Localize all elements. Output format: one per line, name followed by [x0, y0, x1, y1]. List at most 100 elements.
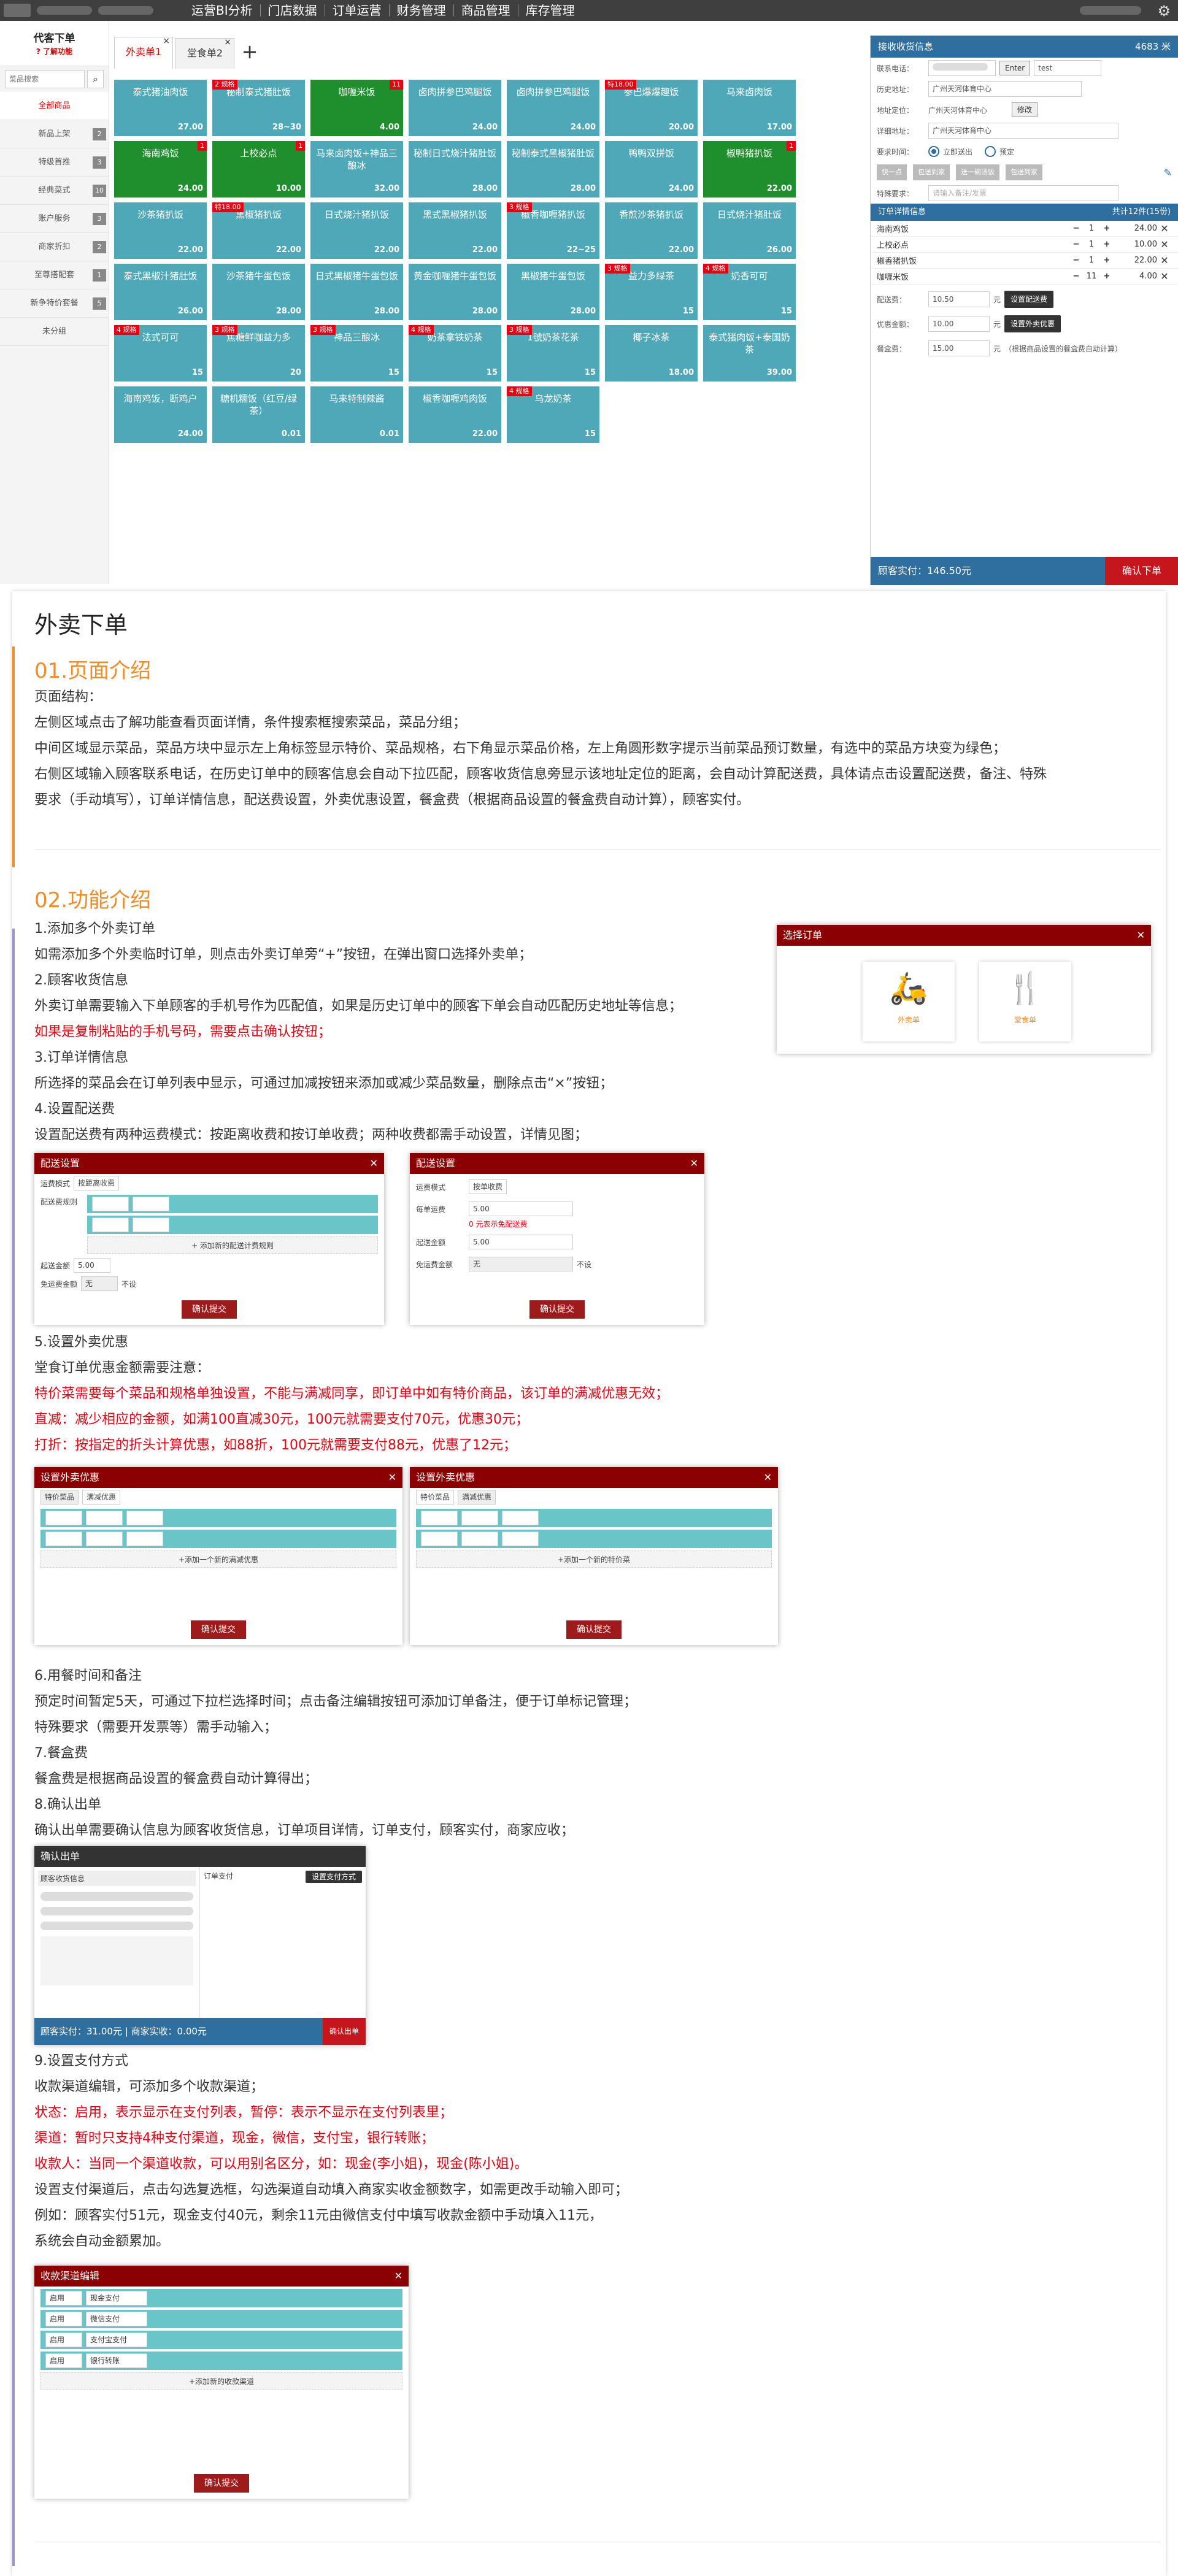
help-link[interactable]: ? 了解功能: [36, 47, 72, 56]
start-amount-input[interactable]: 5.00: [74, 1258, 111, 1273]
nav-order[interactable]: 订单运营: [325, 4, 390, 17]
set-discount-button[interactable]: 设置外卖优惠: [1004, 315, 1061, 332]
product-tile[interactable]: 海南鸡饭，断鸡户 24.00: [114, 386, 207, 443]
product-tile[interactable]: 椒鸭猪扒饭 22.00 1: [703, 141, 796, 197]
submit-button[interactable]: 确认提交: [191, 1620, 246, 1639]
product-tile[interactable]: 奶香可可 15 4 规格: [703, 264, 796, 320]
nav-goods[interactable]: 商品管理: [454, 4, 518, 17]
close-icon[interactable]: ✕: [764, 1467, 772, 1488]
remark-chip[interactable]: 包送到家: [913, 164, 950, 180]
product-tile[interactable]: 马来卤肉饭+神品三酿冰 32.00: [310, 141, 403, 197]
add-order-button[interactable]: +: [237, 38, 263, 69]
product-tile[interactable]: 椰子冰茶 18.00: [605, 325, 698, 381]
product-tile[interactable]: 椒香咖喱鸡肉饭 22.00: [409, 386, 501, 443]
product-tile[interactable]: 日式烧汁猪肚饭 26.00: [703, 202, 796, 259]
product-tile[interactable]: 泰式猪肉饭+泰国奶茶 39.00: [703, 325, 796, 381]
mode-select[interactable]: 按单收费: [469, 1179, 507, 1194]
special-input[interactable]: 请输入备注/发票: [928, 185, 1118, 201]
delete-icon[interactable]: ✕: [1157, 255, 1172, 266]
sidebar-item[interactable]: 特级首推 3: [0, 148, 109, 177]
product-tile[interactable]: 马来卤肉饭 17.00: [703, 80, 796, 136]
submit-button[interactable]: 确认提交: [566, 1620, 622, 1639]
product-tile[interactable]: 椒香咖喱猪扒饭 22~25 3 规格: [507, 202, 599, 259]
nav-store[interactable]: 门店数据: [261, 4, 325, 17]
product-tile[interactable]: 糖机糯饭（红豆/绿茶） 0.01: [212, 386, 305, 443]
product-tile[interactable]: 卤肉拼参巴鸡腿饭 24.00: [507, 80, 599, 136]
delete-icon[interactable]: ✕: [1157, 270, 1172, 282]
add-rule-button[interactable]: + 添加新的配送计费规则: [87, 1236, 378, 1254]
free-amount-input[interactable]: 无: [81, 1276, 118, 1291]
sidebar-item[interactable]: 经典菜式 10: [0, 177, 109, 205]
detail-address-input[interactable]: 广州天河体育中心: [928, 123, 1118, 139]
submit-button[interactable]: 确认提交: [182, 1300, 237, 1319]
close-icon[interactable]: ×: [163, 36, 170, 46]
minus-button[interactable]: −: [1069, 224, 1084, 233]
delete-icon[interactable]: ✕: [1157, 239, 1172, 250]
product-tile[interactable]: 沙茶猪扒饭 22.00: [114, 202, 207, 259]
contact-field[interactable]: test: [1034, 60, 1102, 76]
tab-full-reduce[interactable]: 满减优惠: [458, 1490, 496, 1505]
radio-now[interactable]: [928, 146, 939, 157]
tab-special[interactable]: 特价菜品: [40, 1490, 79, 1505]
product-tile[interactable]: 卤肉拼参巴鸡腿饭 24.00: [409, 80, 501, 136]
submit-button[interactable]: 确认提交: [529, 1300, 585, 1319]
box-fee-input[interactable]: 15.00: [928, 340, 990, 356]
sidebar-item[interactable]: 全部商品: [0, 92, 109, 120]
close-icon[interactable]: ✕: [395, 2266, 402, 2287]
add-special-button[interactable]: +添加一个新的特价菜: [416, 1551, 772, 1568]
minus-button[interactable]: −: [1069, 256, 1084, 265]
product-tile[interactable]: 益力多绿茶 15 3 规格: [605, 264, 698, 320]
delivery-fee-input[interactable]: 10.50: [928, 291, 990, 307]
minus-button[interactable]: −: [1069, 272, 1084, 281]
product-tile[interactable]: 日式烧汁猪扒饭 22.00: [310, 202, 403, 259]
product-tile[interactable]: 黑式黑椒猪扒饭 22.00: [409, 202, 501, 259]
tab-special[interactable]: 特价菜品: [416, 1490, 455, 1505]
gear-icon[interactable]: ⚙: [1157, 2, 1171, 20]
remark-chip[interactable]: 包送到家: [1006, 164, 1042, 180]
product-tile[interactable]: 神品三酿冰 15 3 规格: [310, 325, 403, 381]
sidebar-item[interactable]: 至尊搭配套 1: [0, 261, 109, 289]
set-delivery-button[interactable]: 设置配送费: [1004, 291, 1054, 308]
product-tile[interactable]: 乌龙奶茶 15 4 规格: [507, 386, 599, 443]
discount-input[interactable]: 10.00: [928, 316, 990, 332]
remark-chip[interactable]: 送一碗汤饭: [956, 164, 999, 180]
sidebar-item[interactable]: 新品上架 2: [0, 120, 109, 148]
product-tile[interactable]: 鸭鸭双拼饭 24.00: [605, 141, 698, 197]
product-tile[interactable]: 秘制泰式黑椒猪肚饭 28.00: [507, 141, 599, 197]
product-tile[interactable]: 秘制泰式猪肚饭 28~30 2 规格: [212, 80, 305, 136]
mode-select[interactable]: 按距离收费: [74, 1176, 120, 1190]
confirm-button[interactable]: 确认出单: [323, 2018, 366, 2045]
fee-input[interactable]: 5.00: [469, 1202, 573, 1216]
close-icon[interactable]: ✕: [370, 1153, 378, 1174]
product-tile[interactable]: 泰式猪油肉饭 27.00: [114, 80, 207, 136]
sidebar-item[interactable]: 商家折扣 2: [0, 233, 109, 261]
product-tile[interactable]: 海南鸡饭 24.00 1: [114, 141, 207, 197]
edit-icon[interactable]: ✎: [1164, 167, 1172, 178]
sidebar-item[interactable]: 未分组: [0, 318, 109, 346]
history-select[interactable]: 广州天河体育中心: [928, 81, 1082, 97]
product-tile[interactable]: 黄金咖喱猪牛蛋包饭 28.00: [409, 264, 501, 320]
start-amount-input[interactable]: 5.00: [469, 1235, 573, 1249]
tab-dinein[interactable]: 堂食单2 ×: [175, 37, 234, 69]
product-tile[interactable]: 奶茶拿铁奶茶 15 4 规格: [409, 325, 501, 381]
product-tile[interactable]: 泰式黑椒汁猪肚饭 26.00: [114, 264, 207, 320]
close-icon[interactable]: ✕: [690, 1153, 698, 1174]
plus-button[interactable]: +: [1099, 240, 1114, 249]
add-channel-button[interactable]: +添加新的收款渠道: [40, 2372, 402, 2390]
minus-button[interactable]: −: [1069, 240, 1084, 249]
plus-button[interactable]: +: [1099, 256, 1114, 265]
product-tile[interactable]: 黑椒猪扒饭 22.00 特18.00: [212, 202, 305, 259]
product-tile[interactable]: 参巴爆爆趣饭 20.00 特18.00: [605, 80, 698, 136]
product-tile[interactable]: 咖喱米饭 4.00 11: [310, 80, 403, 136]
confirm-order-button[interactable]: 确认下单: [1105, 557, 1178, 585]
search-input[interactable]: [5, 70, 85, 88]
product-tile[interactable]: 黑椒猪牛蛋包饭 28.00: [507, 264, 599, 320]
plus-button[interactable]: +: [1099, 272, 1114, 281]
add-discount-button[interactable]: +添加一个新的满减优惠: [40, 1551, 396, 1568]
close-icon[interactable]: ✕: [1137, 925, 1145, 946]
enter-button[interactable]: Enter: [999, 61, 1031, 75]
free-amount-input[interactable]: 无: [469, 1257, 573, 1271]
radio-preorder[interactable]: [985, 146, 996, 157]
takeout-option[interactable]: 🛵 外卖单: [863, 962, 955, 1041]
close-icon[interactable]: ×: [224, 37, 231, 47]
